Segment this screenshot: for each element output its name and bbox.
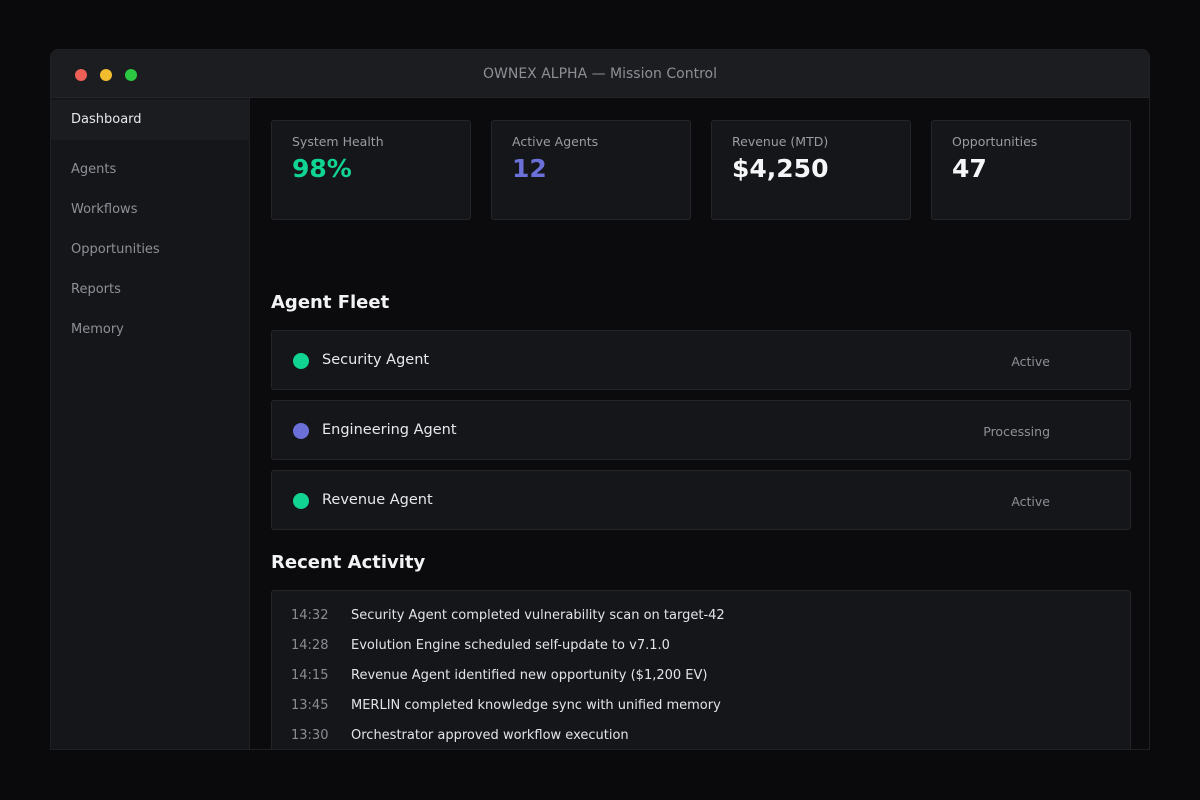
activity-entry: 14:32 Security Agent completed vulnerabi…	[272, 608, 1130, 628]
activity-time: 14:28	[291, 638, 329, 653]
sidebar-item-dashboard[interactable]: Dashboard	[51, 100, 250, 140]
activity-time: 14:32	[291, 608, 329, 623]
status-dot-icon	[293, 353, 309, 369]
stat-value: 12	[512, 154, 547, 183]
app-window: OWNEX ALPHA — Mission Control Dashboard …	[50, 49, 1150, 750]
title-bar: OWNEX ALPHA — Mission Control	[51, 50, 1149, 98]
stat-value: 47	[952, 154, 987, 183]
stat-label: Revenue (MTD)	[732, 134, 829, 149]
activity-entry: 14:28 Evolution Engine scheduled self-up…	[272, 638, 1130, 658]
agent-status: Processing	[983, 424, 1050, 439]
agent-fleet-heading: Agent Fleet	[271, 292, 390, 313]
stat-value: $4,250	[732, 154, 829, 183]
window-title: OWNEX ALPHA — Mission Control	[483, 66, 717, 82]
activity-text: Security Agent completed vulnerability s…	[351, 608, 725, 623]
agent-name: Revenue Agent	[322, 492, 433, 508]
stat-label: Opportunities	[952, 134, 1038, 149]
sidebar-item-workflows[interactable]: Workflows	[51, 190, 250, 230]
agent-row-revenue[interactable]: Revenue Agent Active	[271, 470, 1131, 530]
activity-entry: 13:45 MERLIN completed knowledge sync wi…	[272, 698, 1130, 718]
agent-name: Security Agent	[322, 352, 430, 368]
activity-time: 13:30	[291, 728, 329, 743]
stat-label: Active Agents	[512, 134, 599, 149]
sidebar-item-reports[interactable]: Reports	[51, 270, 250, 310]
activity-entry: 13:30 Orchestrator approved workflow exe…	[272, 728, 1130, 748]
stat-card-revenue: Revenue (MTD) $4,250	[711, 120, 911, 220]
recent-activity-heading: Recent Activity	[271, 552, 426, 573]
sidebar-item-opportunities[interactable]: Opportunities	[51, 230, 250, 270]
activity-time: 14:15	[291, 668, 329, 683]
stat-value: 98%	[292, 154, 352, 183]
main-content: System Health 98% Active Agents 12 Reven…	[251, 98, 1149, 749]
sidebar: Dashboard Agents Workflows Opportunities…	[51, 98, 250, 749]
agent-status: Active	[1011, 354, 1050, 369]
status-dot-icon	[293, 493, 309, 509]
sidebar-item-agents[interactable]: Agents	[51, 150, 250, 190]
stat-card-system-health: System Health 98%	[271, 120, 471, 220]
status-dot-icon	[293, 423, 309, 439]
activity-text: Orchestrator approved workflow execution	[351, 728, 629, 743]
agent-name: Engineering Agent	[322, 422, 457, 438]
activity-entry: 14:15 Revenue Agent identified new oppor…	[272, 668, 1130, 688]
agent-row-security[interactable]: Security Agent Active	[271, 330, 1131, 390]
stat-card-active-agents: Active Agents 12	[491, 120, 691, 220]
stat-card-opportunities: Opportunities 47	[931, 120, 1131, 220]
agent-status: Active	[1011, 494, 1050, 509]
activity-text: MERLIN completed knowledge sync with uni…	[351, 698, 721, 713]
activity-log: 14:32 Security Agent completed vulnerabi…	[271, 590, 1131, 749]
stat-label: System Health	[292, 134, 384, 149]
agent-row-engineering[interactable]: Engineering Agent Processing	[271, 400, 1131, 460]
activity-time: 13:45	[291, 698, 329, 713]
sidebar-item-memory[interactable]: Memory	[51, 310, 250, 350]
activity-text: Revenue Agent identified new opportunity…	[351, 668, 708, 683]
activity-text: Evolution Engine scheduled self-update t…	[351, 638, 670, 653]
